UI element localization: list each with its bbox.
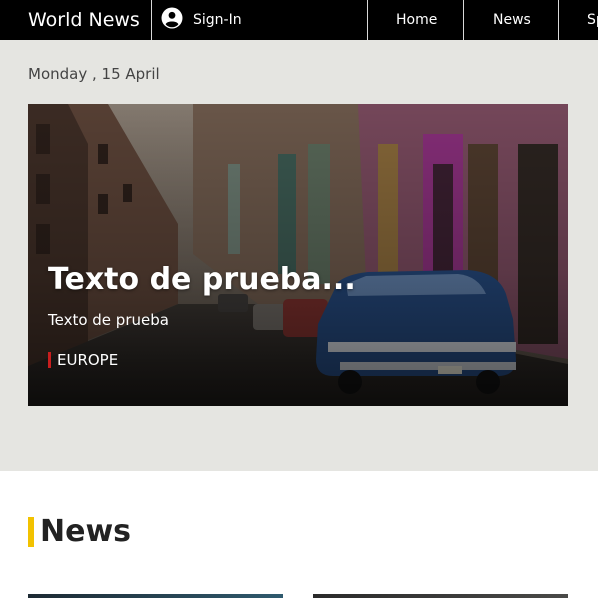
current-date: Monday , 15 April [28,65,160,83]
nav-divider [463,0,464,40]
featured-article-category[interactable]: EUROPE [48,351,118,369]
user-account-icon [161,7,183,33]
featured-article-subtitle: Texto de prueba [48,311,169,329]
featured-section: Monday , 15 April Texto de prueba... Tex… [0,40,598,471]
nav-divider [558,0,559,40]
section-title: News [40,514,132,549]
sign-in-button[interactable]: Sign-In [161,0,242,40]
featured-article-card[interactable]: Texto de prueba... Texto de prueba EUROP… [28,104,568,406]
category-label: EUROPE [57,351,119,369]
news-card-image[interactable] [313,594,568,598]
nav-item-home[interactable]: Home [396,0,437,40]
featured-article-title[interactable]: Texto de prueba... [48,262,356,297]
section-accent-bar [28,517,34,547]
sign-in-label: Sign-In [193,12,242,28]
nav-item-news[interactable]: News [493,0,531,40]
nav-item-sports[interactable]: Sp [587,0,598,40]
nav-divider [151,0,152,40]
nav-divider [367,0,368,40]
site-brand[interactable]: World News [28,0,140,40]
category-accent-bar [48,352,51,368]
top-navigation-bar: World News Sign-In Home News Sp [0,0,598,40]
news-section-header: News [28,514,131,550]
news-card-image[interactable] [28,594,283,598]
